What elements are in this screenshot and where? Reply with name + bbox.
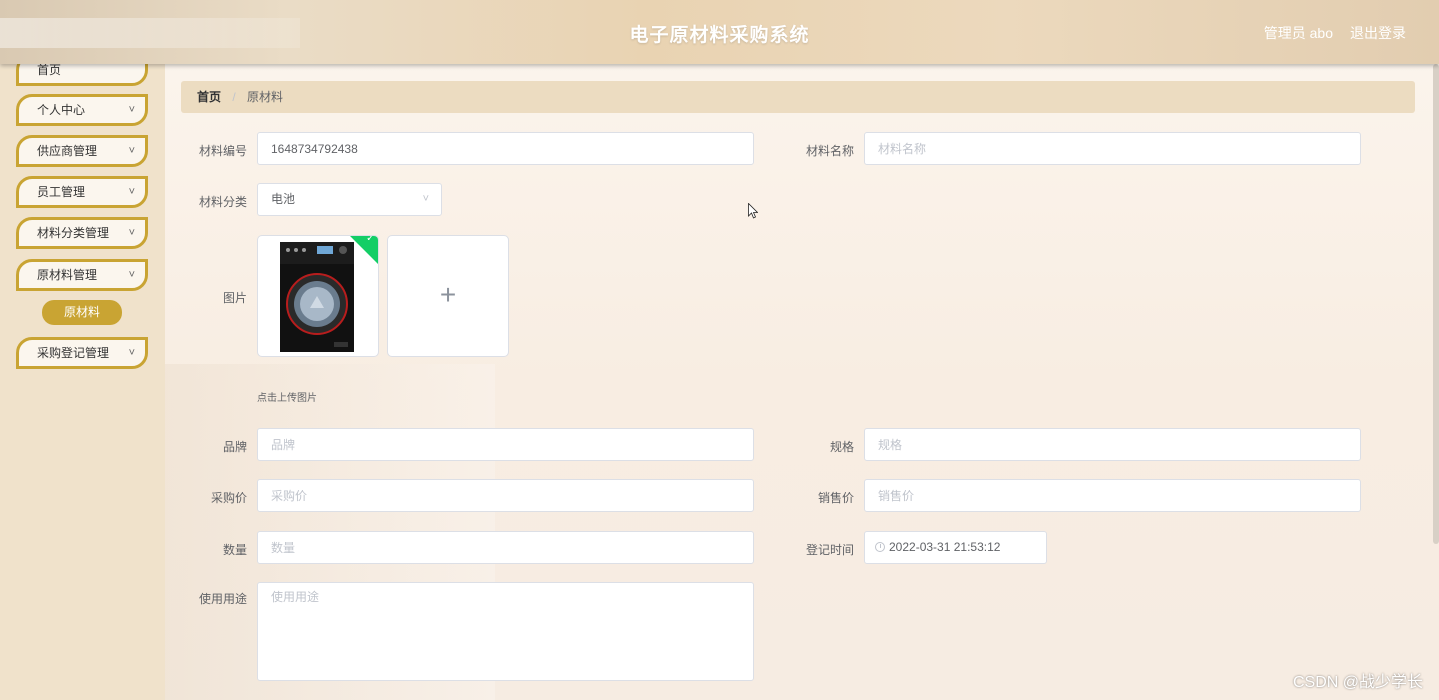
breadcrumb-current: 原材料 — [247, 90, 284, 104]
code-input[interactable] — [257, 132, 754, 165]
reg-time-picker[interactable]: 2022-03-31 21:53:12 — [864, 531, 1047, 564]
reg-time-label: 登记时间 — [805, 543, 854, 557]
brand-label: 品牌 — [222, 440, 247, 454]
sale-price-input[interactable] — [864, 479, 1361, 512]
sidebar-item-label: 供应商管理 — [37, 144, 98, 158]
main-content: 首页 / 原材料 材料编号 材料名称 材料分类 电池 ˅ 图片 ✓ — [165, 64, 1439, 700]
sidebar-item-label: 采购登记管理 — [37, 346, 110, 360]
category-value: 电池 — [271, 192, 296, 206]
sidebar-item-label: 个人中心 — [37, 103, 86, 117]
chevron-down-icon: ˅ — [128, 227, 135, 239]
spec-input[interactable] — [864, 428, 1361, 461]
mouse-cursor-icon — [748, 203, 758, 219]
quantity-input[interactable] — [257, 531, 754, 564]
washing-machine-image — [280, 242, 354, 352]
sidebar-item-categories[interactable]: 材料分类管理 ˅ — [16, 217, 148, 249]
reg-time-value: 2022-03-31 21:53:12 — [889, 540, 1001, 554]
breadcrumb-home[interactable]: 首页 — [197, 90, 221, 104]
sidebar-item-purchases[interactable]: 采购登记管理 ˅ — [16, 337, 148, 369]
chevron-down-icon: ˅ — [128, 347, 135, 359]
sidebar-item-profile[interactable]: 个人中心 ˅ — [16, 94, 148, 126]
breadcrumb: 首页 / 原材料 — [181, 81, 1415, 113]
upload-hint: 点击上传图片 — [257, 393, 317, 404]
name-input[interactable] — [864, 132, 1361, 165]
sidebar-item-label: 员工管理 — [37, 185, 86, 199]
name-label: 材料名称 — [805, 144, 854, 158]
chevron-down-icon: ˅ — [422, 193, 429, 205]
code-label: 材料编号 — [198, 144, 247, 158]
top-header: 电子原材料采购系统 管理员 abo 退出登录 — [0, 0, 1439, 64]
uploaded-image-card[interactable]: ✓ — [257, 235, 379, 357]
sidebar: 首页 个人中心 ˅ 供应商管理 ˅ 员工管理 ˅ 材料分类管理 ˅ 原材料管理 … — [0, 54, 165, 700]
chevron-down-icon: ˅ — [128, 269, 135, 281]
app-title: 电子原材料采购系统 — [629, 25, 810, 46]
sidebar-item-label: 首页 — [37, 63, 62, 77]
plus-icon: + — [439, 279, 457, 310]
current-user: 管理员 abo — [1263, 25, 1333, 41]
usage-label: 使用用途 — [198, 592, 247, 606]
chevron-down-icon: ˅ — [128, 186, 135, 198]
sidebar-item-suppliers[interactable]: 供应商管理 ˅ — [16, 135, 148, 167]
breadcrumb-separator: / — [232, 90, 236, 104]
logout-link[interactable]: 退出登录 — [1350, 23, 1406, 43]
upload-button[interactable]: + — [387, 235, 509, 357]
purchase-price-label: 采购价 — [210, 491, 247, 505]
chevron-down-icon: ˅ — [128, 145, 135, 157]
sidebar-item-label: 原材料管理 — [37, 268, 98, 282]
sidebar-item-label: 材料分类管理 — [37, 226, 110, 240]
purchase-price-input[interactable] — [257, 479, 754, 512]
scrollbar[interactable] — [1433, 64, 1439, 544]
chevron-down-icon: ˅ — [128, 104, 135, 116]
quantity-label: 数量 — [222, 543, 247, 557]
category-label: 材料分类 — [198, 195, 247, 209]
spec-label: 规格 — [829, 440, 854, 454]
image-label: 图片 — [222, 291, 247, 305]
check-icon: ✓ — [366, 235, 375, 245]
watermark: CSDN @战少学长 — [1292, 674, 1423, 691]
usage-textarea[interactable] — [257, 582, 754, 681]
brand-input[interactable] — [257, 428, 754, 461]
sidebar-item-materials[interactable]: 原材料管理 ˅ — [16, 259, 148, 291]
clock-icon — [875, 542, 885, 552]
sidebar-subitem-materials[interactable]: 原材料 — [42, 300, 122, 325]
sidebar-item-employees[interactable]: 员工管理 ˅ — [16, 176, 148, 208]
category-select[interactable]: 电池 ˅ — [257, 183, 442, 216]
sale-price-label: 销售价 — [817, 491, 854, 505]
